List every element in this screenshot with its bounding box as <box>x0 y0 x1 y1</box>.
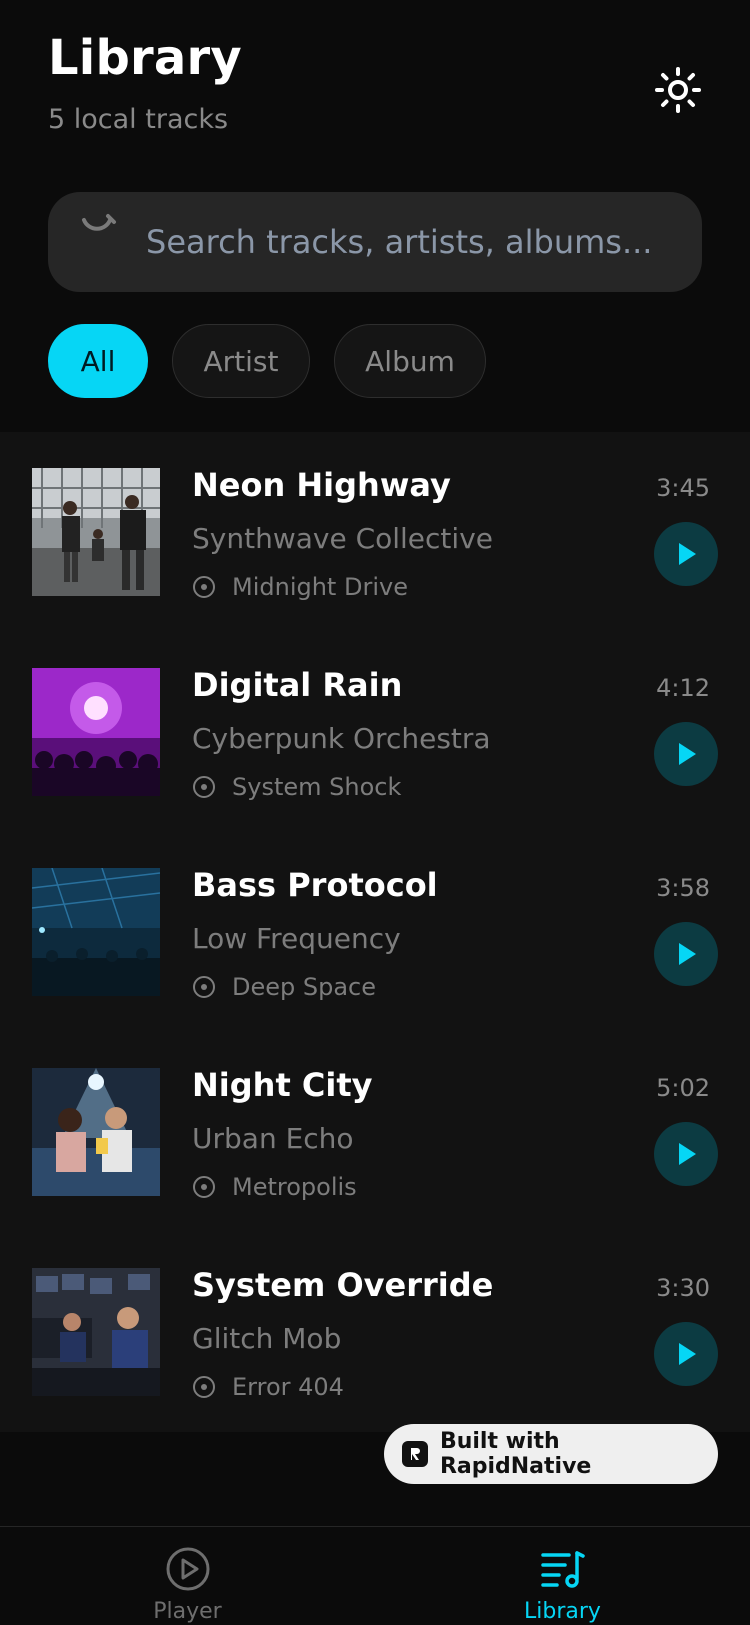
disc-icon <box>193 576 215 598</box>
play-icon <box>679 743 696 765</box>
track-title: Night City <box>192 1066 373 1104</box>
track-row[interactable]: Digital Rain Cyberpunk Orchestra System … <box>0 632 750 832</box>
album-cover-image <box>32 1068 160 1196</box>
play-icon <box>679 943 696 965</box>
track-artist: Low Frequency <box>192 922 401 955</box>
filter-chip-artist[interactable]: Artist <box>172 324 310 398</box>
disc-icon <box>193 1376 215 1398</box>
tab-label: Player <box>153 1599 222 1624</box>
disc-icon <box>193 1176 215 1198</box>
track-album: Metropolis <box>192 1170 357 1204</box>
disc-icon <box>193 976 215 998</box>
track-row[interactable]: Neon Highway Synthwave Collective Midnig… <box>0 432 750 632</box>
music-list-icon <box>540 1551 585 1588</box>
built-with-badge[interactable]: Built with RapidNative <box>384 1424 718 1484</box>
library-header: Library 5 local tracks All Artist Alb <box>0 0 750 432</box>
play-icon <box>679 1343 696 1365</box>
album-cover-image <box>32 468 160 596</box>
track-duration: 4:12 <box>656 674 710 702</box>
track-duration: 3:30 <box>656 1274 710 1302</box>
track-row[interactable]: Bass Protocol Low Frequency Deep Space 3… <box>0 832 750 1032</box>
play-button[interactable] <box>654 1122 718 1186</box>
track-count: 5 local tracks <box>48 104 229 135</box>
album-name: Deep Space <box>232 973 377 1001</box>
disc-icon <box>193 776 215 798</box>
sun-icon <box>655 67 701 113</box>
album-cover-image <box>32 1268 160 1396</box>
play-button[interactable] <box>654 722 718 786</box>
play-icon <box>679 1143 696 1165</box>
play-button[interactable] <box>654 522 718 586</box>
track-title: Neon Highway <box>192 466 451 504</box>
track-title: Bass Protocol <box>192 866 438 904</box>
bottom-tab-bar: Player Library <box>0 1526 750 1625</box>
track-artist: Glitch Mob <box>192 1322 342 1355</box>
track-title: System Override <box>192 1266 494 1304</box>
album-name: Error 404 <box>232 1373 344 1401</box>
album-name: Midnight Drive <box>232 573 408 601</box>
filter-chip-all[interactable]: All <box>48 324 148 398</box>
page-title: Library <box>48 30 242 86</box>
filter-chips: All Artist Album <box>48 324 486 400</box>
album-name: Metropolis <box>232 1173 357 1201</box>
track-artist: Synthwave Collective <box>192 522 493 555</box>
track-album: System Shock <box>192 770 401 804</box>
search-bar[interactable] <box>48 192 702 292</box>
search-input[interactable] <box>146 192 686 292</box>
play-circle-icon <box>166 1547 209 1591</box>
badge-label: Built with RapidNative <box>439 1429 592 1479</box>
album-cover-image <box>32 868 160 996</box>
theme-toggle-button[interactable] <box>650 62 706 118</box>
track-album: Midnight Drive <box>192 570 408 604</box>
play-icon <box>679 543 696 565</box>
tab-player[interactable]: Player <box>0 1527 375 1625</box>
search-icon <box>82 214 116 231</box>
tab-library[interactable]: Library <box>375 1527 750 1625</box>
track-title: Digital Rain <box>192 666 403 704</box>
track-duration: 5:02 <box>656 1074 710 1102</box>
track-artist: Urban Echo <box>192 1122 354 1155</box>
play-button[interactable] <box>654 1322 718 1386</box>
filter-chip-album[interactable]: Album <box>334 324 486 398</box>
play-button[interactable] <box>654 922 718 986</box>
track-duration: 3:45 <box>656 474 710 502</box>
track-album: Error 404 <box>192 1370 344 1404</box>
track-row[interactable]: Night City Urban Echo Metropolis 5:02 <box>0 1032 750 1232</box>
track-list: Neon Highway Synthwave Collective Midnig… <box>0 432 750 1432</box>
album-cover-image <box>32 668 160 796</box>
album-name: System Shock <box>232 773 402 801</box>
track-album: Deep Space <box>192 970 376 1004</box>
track-duration: 3:58 <box>656 874 710 902</box>
track-row[interactable]: System Override Glitch Mob Error 404 3:3… <box>0 1232 750 1432</box>
rapidnative-logo-icon <box>402 1441 428 1467</box>
track-artist: Cyberpunk Orchestra <box>192 722 491 755</box>
tab-label: Library <box>524 1599 601 1624</box>
